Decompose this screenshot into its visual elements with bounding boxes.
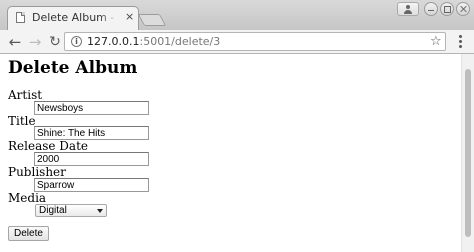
- close-window-button[interactable]: [456, 2, 470, 16]
- person-icon: [406, 5, 410, 9]
- browser-toolbar: ← → ↻ i 127.0.0.1:5001/delete/3 ☆: [0, 30, 474, 54]
- page-icon: [16, 12, 25, 23]
- menu-icon[interactable]: [455, 34, 465, 50]
- scrollbar-thumb[interactable]: [465, 69, 471, 237]
- delete-button[interactable]: Delete: [8, 226, 49, 241]
- release-date-field[interactable]: [34, 152, 149, 166]
- address-bar[interactable]: i 127.0.0.1:5001/delete/3 ☆: [64, 32, 446, 51]
- media-select[interactable]: Digital: [35, 204, 107, 217]
- title-bar: Delete Album - Flask M ×: [0, 0, 474, 30]
- page-viewport: Delete Album Artist Title Release Date P…: [0, 54, 474, 252]
- bookmark-star-icon[interactable]: ☆: [430, 34, 442, 49]
- info-icon[interactable]: i: [71, 36, 82, 47]
- menu-dot: [458, 45, 462, 48]
- back-button[interactable]: ←: [6, 33, 24, 51]
- tab-title: Delete Album - Flask M: [32, 11, 118, 24]
- publisher-label: Publisher: [8, 165, 66, 179]
- triangle-down-icon: [97, 209, 103, 213]
- media-select-value: Digital: [39, 205, 67, 216]
- reload-button[interactable]: ↻: [46, 33, 64, 51]
- menu-dot: [458, 40, 462, 43]
- artist-field[interactable]: [34, 101, 149, 115]
- url-text[interactable]: 127.0.0.1:5001/delete/3: [87, 35, 220, 49]
- tab-close-icon[interactable]: ×: [125, 10, 134, 24]
- publisher-field[interactable]: [34, 178, 149, 192]
- url-host: 127.0.0.1: [87, 35, 140, 48]
- profile-button[interactable]: [397, 2, 419, 16]
- browser-window: Delete Album - Flask M × ← → ↻ i 127.0.0…: [0, 0, 474, 252]
- person-icon-body: [404, 10, 412, 14]
- vertical-scrollbar[interactable]: [461, 54, 474, 252]
- artist-label: Artist: [8, 88, 43, 102]
- forward-button[interactable]: →: [26, 33, 44, 51]
- maximize-button[interactable]: [440, 2, 454, 16]
- menu-dot: [458, 35, 462, 38]
- release-date-label: Release Date: [8, 139, 89, 153]
- title-label: Title: [8, 114, 36, 128]
- title-field[interactable]: [34, 126, 149, 140]
- page-title: Delete Album: [8, 58, 138, 78]
- minimize-button[interactable]: [424, 2, 438, 16]
- url-path: :5001/delete/3: [139, 35, 221, 48]
- media-label: Media: [8, 191, 47, 205]
- tab-delete-album[interactable]: Delete Album - Flask M ×: [7, 6, 139, 30]
- new-tab-button[interactable]: [137, 14, 167, 26]
